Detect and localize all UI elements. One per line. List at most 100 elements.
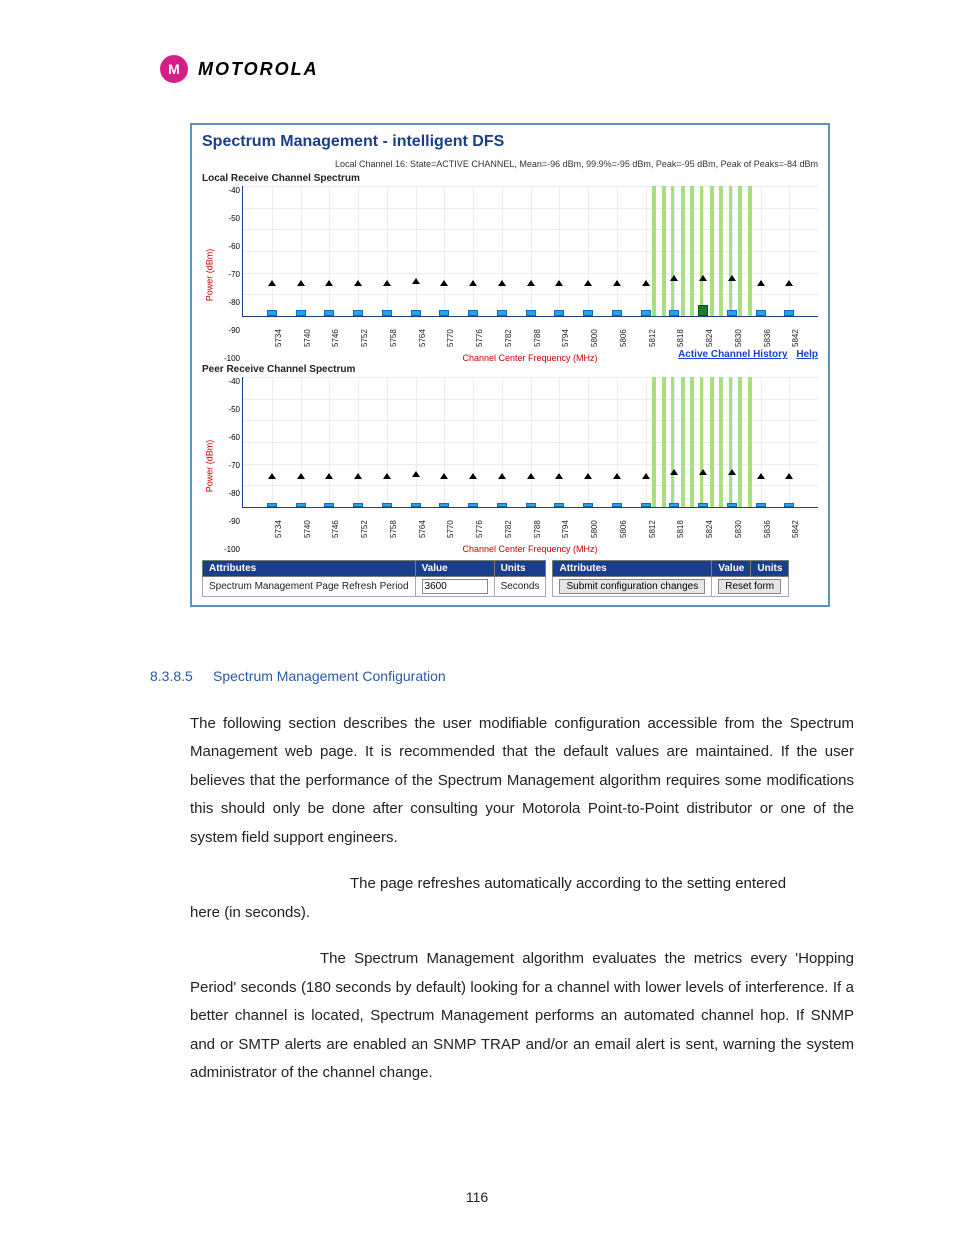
bar bbox=[784, 310, 794, 317]
bar bbox=[641, 503, 651, 507]
local-chart-title: Local Receive Channel Spectrum bbox=[202, 173, 818, 184]
body-text-block: 8.3.8.5 Spectrum Management Configuratio… bbox=[190, 663, 854, 1088]
bar bbox=[267, 503, 277, 507]
peak-marker-icon bbox=[440, 280, 448, 286]
peak-marker-icon bbox=[642, 280, 650, 286]
peak-marker-icon bbox=[527, 280, 535, 286]
peak-marker-icon bbox=[297, 473, 305, 479]
peer-xlabel: Channel Center Frequency (MHz) bbox=[242, 544, 818, 554]
peak-marker-icon bbox=[728, 469, 736, 475]
bar bbox=[698, 305, 708, 316]
peak-marker-icon bbox=[383, 473, 391, 479]
peak-marker-icon bbox=[527, 473, 535, 479]
bar bbox=[641, 310, 651, 317]
brand-logo: M MOTOROLA bbox=[160, 55, 874, 83]
peak-marker-icon bbox=[555, 280, 563, 286]
submit-config-button[interactable] bbox=[559, 579, 705, 594]
peer-chart-title: Peer Receive Channel Spectrum bbox=[202, 364, 818, 375]
peak-marker-icon bbox=[613, 473, 621, 479]
peak-marker-icon bbox=[757, 280, 765, 286]
bar bbox=[554, 310, 564, 317]
bar bbox=[698, 503, 708, 507]
bar bbox=[727, 503, 737, 507]
attributes-row: Attributes Value Units Spectrum Manageme… bbox=[202, 560, 818, 597]
peak-marker-icon bbox=[440, 473, 448, 479]
bar bbox=[353, 503, 363, 507]
bar bbox=[382, 310, 392, 317]
bar bbox=[296, 310, 306, 317]
attr-header: Value bbox=[415, 561, 494, 577]
peak-marker-icon bbox=[354, 280, 362, 286]
peak-marker-icon bbox=[785, 280, 793, 286]
peak-marker-icon bbox=[584, 473, 592, 479]
bar bbox=[468, 310, 478, 317]
logo-mark-letter: M bbox=[168, 61, 180, 77]
bar bbox=[296, 503, 306, 507]
peak-marker-icon bbox=[699, 469, 707, 475]
refresh-period-label: Spectrum Management Page Refresh Period bbox=[203, 577, 416, 597]
bar bbox=[784, 503, 794, 507]
peak-marker-icon bbox=[757, 473, 765, 479]
peak-marker-icon bbox=[670, 469, 678, 475]
local-ylabel: Power (dBm) bbox=[202, 186, 216, 363]
bar bbox=[612, 503, 622, 507]
peer-ylabel: Power (dBm) bbox=[202, 377, 216, 554]
section-heading: 8.3.8.5 Spectrum Management Configuratio… bbox=[150, 663, 854, 692]
refresh-period-units: Seconds bbox=[494, 577, 546, 597]
bar bbox=[526, 310, 536, 317]
reset-form-button[interactable] bbox=[718, 579, 781, 594]
bar bbox=[267, 310, 277, 317]
bar bbox=[669, 310, 679, 317]
logo-wordmark: MOTOROLA bbox=[198, 59, 319, 80]
paragraph-1: The following section describes the user… bbox=[190, 710, 854, 853]
attr-header: Units bbox=[751, 561, 789, 577]
peer-yticks: -40-50-60-70-80-90-100 bbox=[216, 377, 242, 554]
bar bbox=[612, 310, 622, 317]
paragraph-3: The Spectrum Management algorithm evalua… bbox=[190, 945, 854, 1088]
peak-marker-icon bbox=[383, 280, 391, 286]
peak-marker-icon bbox=[728, 275, 736, 281]
attributes-table-right: Attributes Value Units bbox=[552, 560, 789, 597]
peak-marker-icon bbox=[412, 278, 420, 284]
peer-plot-area bbox=[242, 377, 818, 508]
panel-status-line: Local Channel 16: State=ACTIVE CHANNEL, … bbox=[202, 159, 818, 169]
peak-marker-icon bbox=[469, 473, 477, 479]
bar bbox=[468, 503, 478, 507]
bar bbox=[526, 503, 536, 507]
peak-marker-icon bbox=[613, 280, 621, 286]
peak-marker-icon bbox=[268, 473, 276, 479]
peak-marker-icon bbox=[354, 473, 362, 479]
bar bbox=[382, 503, 392, 507]
local-xticks: 5734574057465752575857645770577657825788… bbox=[242, 317, 818, 351]
bar bbox=[669, 503, 679, 507]
refresh-period-input[interactable] bbox=[422, 579, 488, 594]
attr-header: Units bbox=[494, 561, 546, 577]
attr-header: Value bbox=[712, 561, 751, 577]
bar bbox=[353, 310, 363, 317]
attr-header: Attributes bbox=[203, 561, 416, 577]
bar bbox=[439, 310, 449, 317]
local-plot-area bbox=[242, 186, 818, 317]
local-yticks: -40-50-60-70-80-90-100 bbox=[216, 186, 242, 363]
peak-marker-icon bbox=[297, 280, 305, 286]
bar bbox=[439, 503, 449, 507]
peak-marker-icon bbox=[642, 473, 650, 479]
logo-mark-icon: M bbox=[160, 55, 188, 83]
bar bbox=[324, 310, 334, 317]
bar bbox=[554, 503, 564, 507]
section-title: Spectrum Management Configuration bbox=[213, 668, 446, 684]
peak-marker-icon bbox=[412, 471, 420, 477]
bar bbox=[411, 310, 421, 317]
bar bbox=[324, 503, 334, 507]
peak-marker-icon bbox=[498, 280, 506, 286]
peak-marker-icon bbox=[325, 280, 333, 286]
peer-chart: Power (dBm) -40-50-60-70-80-90-100 57345… bbox=[202, 377, 818, 554]
peer-xticks: 5734574057465752575857645770577657825788… bbox=[242, 508, 818, 542]
peak-marker-icon bbox=[699, 275, 707, 281]
page-number: 116 bbox=[0, 1189, 954, 1205]
peak-marker-icon bbox=[584, 280, 592, 286]
bar bbox=[727, 310, 737, 317]
bar bbox=[411, 503, 421, 507]
panel-title: Spectrum Management - intelligent DFS bbox=[202, 133, 818, 151]
peak-marker-icon bbox=[268, 280, 276, 286]
